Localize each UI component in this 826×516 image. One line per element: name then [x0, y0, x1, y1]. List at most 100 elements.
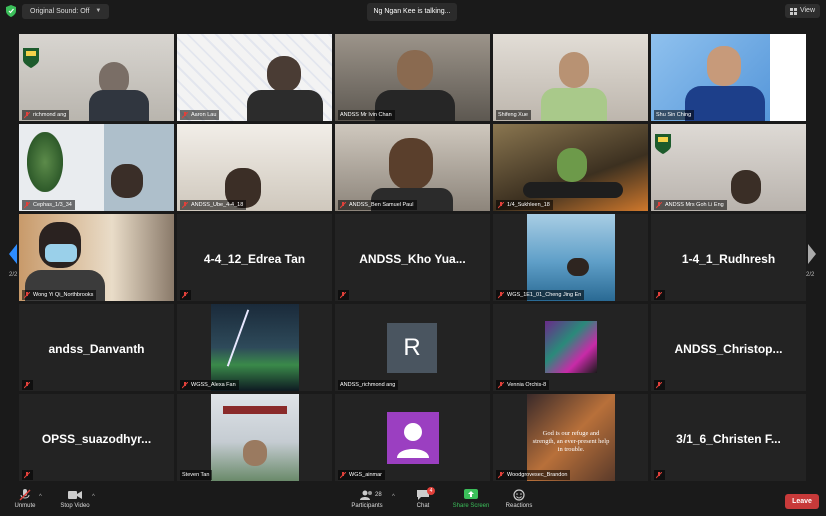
participant-tile[interactable]: 1-4_1_Rudhresh: [651, 214, 806, 301]
quote-text: God is our refuge and strength, an ever-…: [532, 430, 610, 453]
muted-mic-icon: [340, 471, 346, 478]
muted-mic-icon: [656, 471, 662, 478]
participants-icon: [360, 490, 372, 500]
participant-name-label: [22, 470, 33, 480]
muted-mic-icon: [24, 201, 30, 208]
participant-name-label: ANDSS_Ube_4-4_18: [180, 200, 247, 210]
participant-name-label: Shifeng Xue: [496, 110, 531, 120]
chat-unread-badge: 4: [427, 487, 435, 495]
security-shield-icon[interactable]: [6, 5, 16, 17]
share-screen-button[interactable]: Share Screen: [449, 489, 493, 509]
audio-options-chevron-icon[interactable]: ^: [39, 494, 42, 500]
participant-name-label: Cephas_1/3_34: [22, 200, 75, 210]
participant-tile[interactable]: ANDSS_Christop...: [651, 304, 806, 391]
participant-tile[interactable]: Vennia Orchis-8: [493, 304, 648, 391]
muted-mic-icon: [498, 291, 504, 298]
muted-mic-icon: [182, 381, 188, 388]
participant-tile[interactable]: ANDSS_Ben Samuel Paul: [335, 124, 490, 211]
muted-mic-icon: [498, 201, 504, 208]
muted-mic-icon: [656, 201, 662, 208]
reactions-button[interactable]: Reactions: [502, 489, 536, 509]
chat-button[interactable]: 4 Chat: [412, 487, 435, 509]
avatar: R: [387, 323, 437, 373]
participant-tile[interactable]: richmond ang: [19, 34, 174, 121]
participant-name-label: ANDSS Mrs Goh Li Eng: [654, 200, 727, 210]
participant-tile[interactable]: andss_Danvanth: [19, 304, 174, 391]
participant-display-name: OPSS_suazodhyr...: [41, 432, 152, 446]
participant-tile[interactable]: 1/4_Sukhleen_18: [493, 124, 648, 211]
participants-options-chevron-icon[interactable]: ^: [392, 494, 395, 500]
school-crest-icon: [655, 134, 671, 154]
participant-display-name: 4-4_12_Edrea Tan: [203, 252, 306, 266]
participant-display-name: ANDSS_Christop...: [674, 342, 783, 356]
participant-tile[interactable]: 4-4_12_Edrea Tan: [177, 214, 332, 301]
participant-name-label: Vennia Orchis-8: [496, 380, 550, 390]
participant-name-label: ANDSS_richmond ang: [338, 380, 399, 390]
participant-tile[interactable]: Shifeng Xue: [493, 34, 648, 121]
muted-mic-icon: [24, 381, 30, 388]
profile-picture: [527, 214, 615, 301]
participant-name-label: Shu Sin Ching: [654, 110, 695, 120]
participant-name-label: Steven Tan: [180, 470, 213, 480]
participant-tile[interactable]: Shu Sin Ching: [651, 34, 806, 121]
participant-tile[interactable]: WGS_1E1_01_Cheng Jing En: [493, 214, 648, 301]
top-bar: Original Sound: Off ▼ Ng Ngan Kee is tal…: [0, 0, 826, 24]
participant-tile[interactable]: ANDSS Mr Ivin Chan: [335, 34, 490, 121]
participant-tile[interactable]: ANDSS_Kho Yua...: [335, 214, 490, 301]
participant-tile[interactable]: ANDSS_Ube_4-4_18: [177, 124, 332, 211]
grid-view-icon: [789, 7, 797, 15]
emoji-reaction-icon: [513, 489, 525, 501]
participant-name-label: richmond ang: [22, 110, 70, 120]
muted-mic-icon: [656, 291, 662, 298]
participant-name-label: 1/4_Sukhleen_18: [496, 200, 553, 210]
participant-name-label: [22, 380, 33, 390]
participant-tile[interactable]: God is our refuge and strength, an ever-…: [493, 394, 648, 481]
participant-tile[interactable]: WGSS_Alexa Fan: [177, 304, 332, 391]
person-icon: [397, 423, 429, 458]
page-indicator-left: 2/2: [9, 272, 18, 278]
default-avatar: [387, 412, 439, 464]
muted-mic-icon: [24, 291, 30, 298]
stop-video-button[interactable]: Stop Video: [56, 489, 94, 509]
page-indicator-right: 2/2: [806, 272, 815, 278]
view-button[interactable]: View: [784, 4, 820, 18]
participant-display-name: andss_Danvanth: [48, 342, 145, 356]
video-camera-icon: [68, 491, 82, 499]
participant-display-name: 3/1_6_Christen F...: [676, 432, 781, 446]
participant-name-label: [654, 470, 665, 480]
participant-name-label: Wong Yi Qi_Northbrooks: [22, 290, 97, 300]
video-options-chevron-icon[interactable]: ^: [92, 494, 95, 500]
muted-microphone-icon: [19, 489, 31, 501]
participant-tile[interactable]: Aaron Lau: [177, 34, 332, 121]
participant-tile[interactable]: OPSS_suazodhyr...: [19, 394, 174, 481]
original-sound-dropdown[interactable]: Original Sound: Off ▼: [22, 4, 110, 19]
muted-mic-icon: [24, 471, 30, 478]
chevron-down-icon: ▼: [95, 8, 102, 14]
participant-tile[interactable]: ANDSS Mrs Goh Li Eng: [651, 124, 806, 211]
profile-picture: [545, 321, 597, 373]
participant-name-label: WGSS_Alexa Fan: [180, 380, 239, 390]
participant-name-label: [654, 380, 665, 390]
muted-mic-icon: [182, 201, 188, 208]
participant-name-label: [338, 290, 349, 300]
leave-meeting-button[interactable]: Leave: [785, 494, 819, 509]
muted-mic-icon: [340, 201, 346, 208]
participant-display-name: 1-4_1_Rudhresh: [681, 252, 776, 266]
participant-tile[interactable]: 3/1_6_Christen F...: [651, 394, 806, 481]
participant-tile[interactable]: Cephas_1/3_34: [19, 124, 174, 211]
participant-name-label: [180, 290, 191, 300]
participant-tile[interactable]: Wong Yi Qi_Northbrooks: [19, 214, 174, 301]
muted-mic-icon: [182, 111, 188, 118]
unmute-button[interactable]: Unmute: [10, 489, 40, 509]
muted-mic-icon: [182, 291, 188, 298]
participant-name-label: Woodgrovesec_Brandon: [496, 470, 571, 480]
participant-name-label: WGS_ainmar: [338, 470, 386, 480]
participant-tile[interactable]: R ANDSS_richmond ang: [335, 304, 490, 391]
participant-tile[interactable]: WGS_ainmar: [335, 394, 490, 481]
muted-mic-icon: [498, 471, 504, 478]
original-sound-label: Original Sound: Off: [30, 8, 90, 15]
view-label: View: [799, 7, 815, 14]
participant-tile[interactable]: Steven Tan: [177, 394, 332, 481]
participant-name-label: WGS_1E1_01_Cheng Jing En: [496, 290, 585, 300]
school-crest-icon: [23, 48, 39, 68]
